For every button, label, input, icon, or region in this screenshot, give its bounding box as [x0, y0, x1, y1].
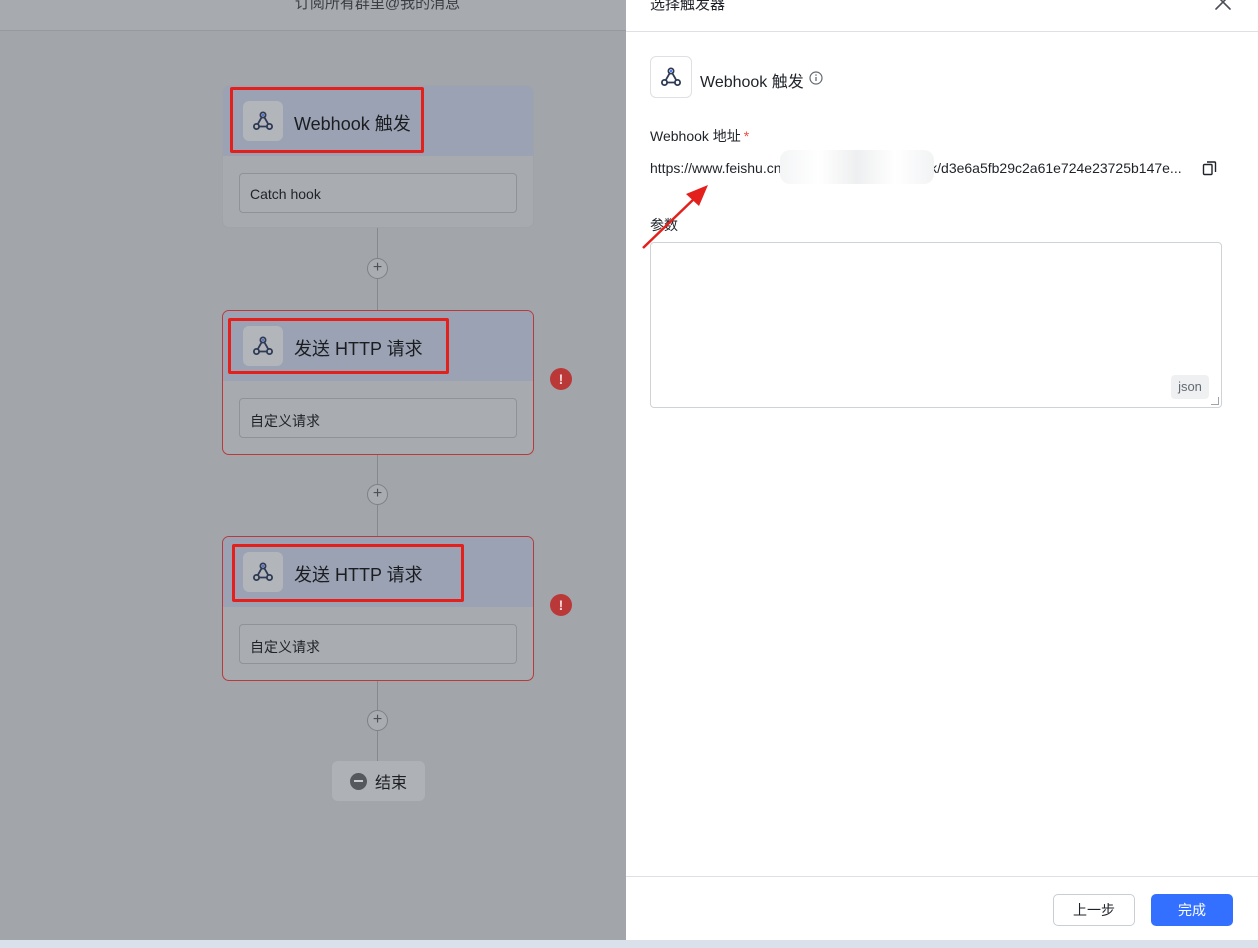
drawer-header: 选择触发器: [626, 0, 1258, 32]
done-button[interactable]: 完成: [1151, 894, 1233, 926]
trigger-name: Webhook 触发: [700, 74, 804, 91]
webhook-url-label: Webhook 地址 *: [650, 126, 749, 146]
annotation-box: [232, 544, 464, 602]
end-label: 结束: [374, 775, 407, 792]
redaction-blur: [780, 150, 934, 184]
close-icon[interactable]: [1214, 0, 1232, 11]
minus-circle-icon: [349, 772, 367, 790]
canvas-header: 订阅所有群里@我的消息: [0, 0, 626, 31]
node-field[interactable]: Catch hook: [239, 173, 517, 213]
flow-canvas: 订阅所有群里@我的消息 Webhook 触发 Catch hook + 发送 H…: [0, 0, 626, 940]
webhook-icon: [650, 56, 692, 98]
add-step-button[interactable]: +: [367, 258, 388, 279]
add-step-button[interactable]: +: [367, 710, 388, 731]
end-node[interactable]: 结束: [332, 761, 425, 801]
drawer-footer: 上一步 完成: [626, 876, 1258, 940]
params-input[interactable]: json: [650, 242, 1222, 408]
annotation-box: [228, 318, 449, 374]
error-icon[interactable]: !: [550, 594, 572, 616]
node-field[interactable]: 自定义请求: [239, 398, 517, 438]
resize-handle[interactable]: [1211, 397, 1219, 405]
required-mark: *: [743, 128, 750, 144]
add-step-button[interactable]: +: [367, 484, 388, 505]
annotation-box: [230, 87, 424, 153]
drawer-title: 选择触发器: [650, 0, 726, 13]
node-field[interactable]: 自定义请求: [239, 624, 517, 664]
error-icon[interactable]: !: [550, 368, 572, 390]
json-tag: json: [1171, 375, 1209, 399]
trigger-drawer: 选择触发器 Webhook 触发 Webhook 地址* https://www…: [626, 0, 1258, 940]
params-label: 参数: [650, 217, 678, 233]
previous-step-button[interactable]: 上一步: [1053, 894, 1135, 926]
webhook-url-label-text: Webhook 地址: [650, 128, 741, 144]
info-icon[interactable]: [809, 71, 823, 85]
copy-icon[interactable]: [1202, 160, 1217, 176]
bottom-strip: [0, 940, 1258, 948]
